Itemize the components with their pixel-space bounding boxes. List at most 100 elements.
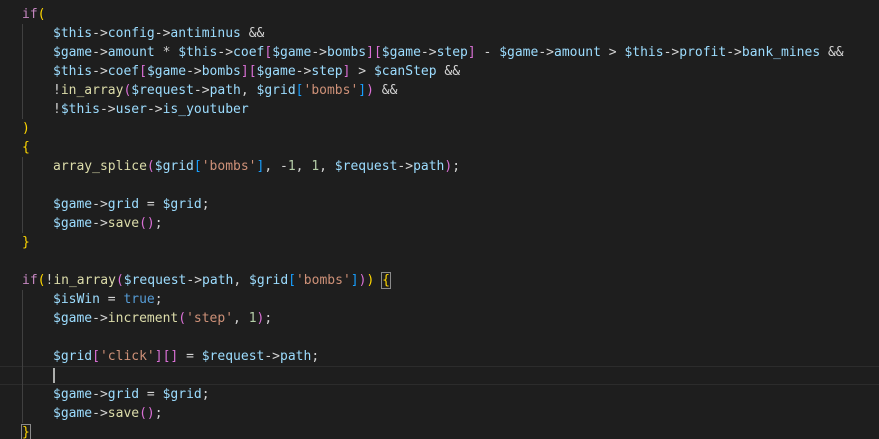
- code-token: ->: [154, 26, 171, 41]
- code-token: 1: [287, 159, 296, 174]
- code-token: []: [162, 349, 179, 364]
- code-line[interactable]: $game->grid = $grid;: [0, 195, 879, 214]
- indent-guide: [22, 290, 23, 309]
- code-line[interactable]: {: [0, 138, 879, 157]
- code-token: profit: [679, 45, 727, 60]
- code-token: $game: [53, 197, 93, 212]
- code-token: $game: [53, 216, 93, 231]
- code-token: ->: [726, 45, 742, 60]
- indent-guide: [22, 404, 23, 423]
- code-token: path: [280, 349, 312, 364]
- code-text: $game->grid = $grid;: [53, 195, 210, 214]
- code-token: ->: [92, 45, 108, 60]
- code-token: ]: [467, 45, 476, 60]
- indent-guide: [22, 366, 23, 385]
- code-token: [: [92, 349, 100, 364]
- code-line[interactable]: [0, 176, 879, 195]
- code-token: (: [115, 273, 124, 288]
- code-token: ->: [397, 159, 414, 174]
- code-token: step: [311, 64, 343, 79]
- code-line[interactable]: array_splice($grid['bombs'], -1, 1, $req…: [0, 157, 879, 176]
- code-token: ->: [264, 349, 281, 364]
- code-token: save: [107, 216, 140, 231]
- code-token: ->: [295, 64, 312, 79]
- code-text: }: [22, 233, 30, 252]
- code-token: !: [53, 102, 61, 117]
- code-token: [: [139, 64, 147, 79]
- code-line[interactable]: $game->amount * $this->coef[$game->bombs…: [0, 43, 879, 62]
- code-token: 'bombs': [295, 273, 351, 288]
- code-token: 'click': [99, 349, 155, 364]
- code-token: (: [146, 159, 155, 174]
- code-token: &&: [820, 45, 844, 60]
- code-text: $game->grid = $grid;: [53, 385, 210, 404]
- code-text: $this->config->antiminus &&: [53, 24, 264, 43]
- code-token: ]: [350, 273, 359, 288]
- code-line[interactable]: $isWin = true;: [0, 290, 879, 309]
- code-line[interactable]: !in_array($request->path, $grid['bombs']…: [0, 81, 879, 100]
- code-token: [: [248, 64, 257, 79]
- code-token: ->: [92, 64, 108, 79]
- code-line[interactable]: if(!in_array($request->path, $grid['bomb…: [0, 271, 879, 290]
- code-line[interactable]: if(: [0, 5, 879, 24]
- code-line[interactable]: !$this->user->is_youtuber: [0, 100, 879, 119]
- code-token: >: [350, 64, 374, 79]
- indent-guide: [22, 24, 23, 43]
- code-line[interactable]: $this->config->antiminus &&: [0, 24, 879, 43]
- code-text: [53, 366, 55, 385]
- code-text: $game->increment('step', 1);: [53, 309, 272, 328]
- code-line[interactable]: [0, 252, 879, 271]
- code-token: user: [115, 102, 147, 117]
- code-token: $grid: [256, 83, 296, 98]
- code-line[interactable]: $game->grid = $grid;: [0, 385, 879, 404]
- code-token: grid: [107, 387, 140, 402]
- code-token: $grid: [53, 349, 93, 364]
- code-line[interactable]: $game->save();: [0, 214, 879, 233]
- code-token: ->: [146, 102, 163, 117]
- current-code-line[interactable]: [0, 366, 879, 385]
- code-token: is_youtuber: [162, 102, 249, 117]
- code-token: }: [22, 235, 30, 250]
- code-token: &&: [240, 26, 265, 41]
- code-line[interactable]: $game->save();: [0, 404, 879, 423]
- code-token: {: [22, 140, 30, 155]
- code-token: ->: [92, 311, 108, 326]
- code-token: bombs: [201, 64, 241, 79]
- code-line[interactable]: $grid['click'][] = $request->path;: [0, 347, 879, 366]
- code-token: ->: [538, 45, 554, 60]
- code-line[interactable]: [0, 328, 879, 347]
- code-token: amount: [107, 45, 155, 60]
- code-token: 1: [248, 311, 257, 326]
- code-token: (: [37, 7, 46, 22]
- code-token: path: [413, 159, 445, 174]
- code-token: {: [381, 272, 391, 289]
- code-token: save: [107, 406, 140, 421]
- code-token: $this: [53, 26, 93, 41]
- code-token: array_splice: [53, 159, 147, 174]
- code-line[interactable]: ): [0, 119, 879, 138]
- code-line[interactable]: }: [0, 423, 879, 439]
- code-token: [: [193, 159, 202, 174]
- code-text: }: [21, 423, 31, 439]
- code-token: ->: [217, 45, 234, 60]
- code-token: (: [178, 311, 187, 326]
- code-text: $game->save();: [53, 214, 163, 233]
- code-token: ->: [99, 102, 116, 117]
- code-token: $request: [334, 159, 398, 174]
- code-line[interactable]: $this->coef[$game->bombs][$game->step] >…: [0, 62, 879, 81]
- code-text: {: [22, 138, 30, 157]
- code-line[interactable]: }: [0, 233, 879, 252]
- code-editor[interactable]: if($this->config->antiminus && $game->amo…: [0, 0, 879, 439]
- code-token: if: [22, 7, 38, 22]
- code-token: $game: [53, 45, 93, 60]
- indent-guide: [22, 385, 23, 404]
- code-text: $this->coef[$game->bombs][$game->step] >…: [53, 62, 460, 81]
- code-text: ): [22, 119, 30, 138]
- indent-guide: [22, 43, 23, 62]
- code-token: step: [436, 45, 468, 60]
- code-token: ->: [186, 64, 202, 79]
- code-line[interactable]: $game->increment('step', 1);: [0, 309, 879, 328]
- code-text: $game->save();: [53, 404, 163, 423]
- code-token: !: [53, 83, 61, 98]
